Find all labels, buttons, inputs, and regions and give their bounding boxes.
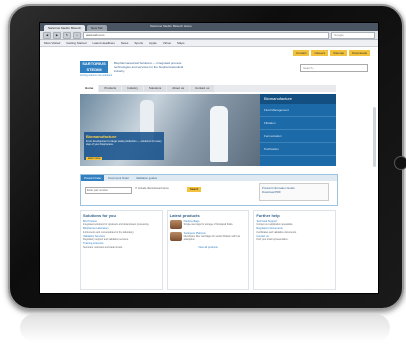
finder-tabs: Product finder Document finder Validatio… xyxy=(81,175,337,181)
util-link-downloads[interactable]: Downloads xyxy=(349,50,370,56)
ipad-screen: Sartorius Stedim Biotech New Tab Sartori… xyxy=(39,22,379,294)
solutions-column: Solutions for you Bio Process Integrated… xyxy=(80,210,163,290)
product-text: Membrane filter cartridges for sterile f… xyxy=(183,235,241,242)
bookmark-item[interactable]: Yahoo xyxy=(163,40,171,46)
nav-home[interactable]: Home xyxy=(80,85,99,92)
solution-text: Integrated solutions for upstream and do… xyxy=(83,223,150,227)
content-columns: Solutions for you Bio Process Integrated… xyxy=(80,210,337,290)
site-search-input[interactable]: Search... xyxy=(300,64,368,72)
main-navigation: Home Products Industry Solutions About u… xyxy=(80,85,336,92)
tab-validation-guides[interactable]: Validation guides xyxy=(133,175,160,181)
utility-links: Contact Careers Sitemap Downloads xyxy=(293,50,370,56)
banner-caption: Biomanufacture From development to large… xyxy=(84,132,164,160)
banner-menu-item[interactable]: Purification xyxy=(260,143,336,156)
header-intro-text: Biopharmaceutical Solutions — Integrated… xyxy=(114,61,184,73)
home-icon[interactable]: ⌂ xyxy=(73,31,81,39)
browser-search-input[interactable]: Google xyxy=(331,31,375,39)
site-tagline: turning science into solutions xyxy=(80,74,113,77)
solution-text: Instruments and consumables for the labo… xyxy=(83,230,135,234)
product-text: Single-use bags for storage of biologica… xyxy=(183,223,234,227)
column-title: Solutions for you xyxy=(83,213,116,218)
browser-tab-new[interactable]: New Tab xyxy=(87,25,107,31)
nav-industry[interactable]: Industry xyxy=(122,85,143,92)
scientist-figure xyxy=(210,106,228,162)
browser-tab-active[interactable]: Sartorius Stedim Biotech xyxy=(44,25,86,31)
tab-product-finder[interactable]: Product finder xyxy=(81,175,105,181)
banner-menu-item[interactable]: Fluid Management xyxy=(260,104,336,117)
latest-products-column: Latest products Flexboy Bags Single-use … xyxy=(166,210,250,290)
forward-icon[interactable]: ▶ xyxy=(53,31,61,39)
pdf-download-box[interactable]: Product Information Guide Download PDF xyxy=(259,183,329,201)
banner-more-button[interactable]: learn more xyxy=(86,157,103,160)
browser-toolbar: ◀ ▶ ↻ ⌂ www.ssb.com Google xyxy=(40,31,378,40)
view-all-products-link[interactable]: View all products xyxy=(170,246,247,249)
banner-side-menu: Biomanufacture Fluid Management Filtrati… xyxy=(260,94,336,166)
bookmarks-bar: Most Visited Getting Started Latest Head… xyxy=(40,40,378,47)
bookmark-item[interactable]: Apple xyxy=(149,40,157,46)
util-link-contact[interactable]: Contact xyxy=(293,50,310,56)
column-title: Latest products xyxy=(169,213,200,218)
bookmark-item[interactable]: Latest Headlines xyxy=(92,40,114,46)
browser-tab-bar: Sartorius Stedim Biotech New Tab Sartori… xyxy=(40,23,378,31)
solution-text: Seminars, webinars and trade shows. xyxy=(83,245,123,249)
util-link-careers[interactable]: Careers xyxy=(311,50,329,56)
product-thumbnail xyxy=(169,232,182,241)
nav-solutions[interactable]: Solutions xyxy=(143,85,167,92)
home-button[interactable] xyxy=(394,156,406,170)
help-text: Contact our application specialists. xyxy=(256,223,294,227)
product-finder: Product finder Document finder Validatio… xyxy=(80,174,338,206)
further-help-column: Further help Technical Support Contact o… xyxy=(253,210,337,290)
logo-text: SARTORIUS STEDIM xyxy=(82,61,106,72)
url-bar[interactable]: www.ssb.com xyxy=(83,31,329,39)
util-link-sitemap[interactable]: Sitemap xyxy=(330,50,348,56)
bookmark-item[interactable]: Maps xyxy=(177,40,184,46)
product-item[interactable]: Sartopore Platinum Membrane filter cartr… xyxy=(169,232,247,242)
banner-title: Biomanufacture xyxy=(86,134,117,139)
finder-search-button[interactable]: Search xyxy=(187,187,202,192)
device-reflection xyxy=(20,314,390,342)
window-title: Sartorius Stedim Biotech Home xyxy=(150,24,192,28)
help-text: Certificates and validation documents. xyxy=(256,230,297,234)
banner-menu-item[interactable]: Filtration xyxy=(260,117,336,130)
bookmark-item[interactable]: Most Visited xyxy=(44,40,60,46)
product-thumbnail xyxy=(169,220,182,229)
discontinued-checkbox[interactable]: ☐ Include discontinued items xyxy=(135,187,169,190)
reload-icon[interactable]: ↻ xyxy=(63,31,71,39)
nav-products[interactable]: Products xyxy=(99,85,122,92)
web-page: Contact Careers Sitemap Downloads SARTOR… xyxy=(40,47,378,293)
banner-menu-item[interactable]: Fermentation xyxy=(260,130,336,143)
bookmark-item[interactable]: News xyxy=(121,40,129,46)
back-icon[interactable]: ◀ xyxy=(43,31,51,39)
tab-document-finder[interactable]: Document finder xyxy=(105,175,132,181)
discontinued-label: Include discontinued items xyxy=(138,187,169,190)
column-title: Further help xyxy=(256,213,280,218)
part-number-input[interactable]: Enter part number xyxy=(85,187,132,194)
hero-banner: Biomanufacture From development to large… xyxy=(80,94,336,166)
nav-contact[interactable]: Contact us xyxy=(190,85,215,92)
bookmark-item[interactable]: Getting Started xyxy=(66,40,86,46)
solution-text: Regulatory support and validation servic… xyxy=(83,238,129,242)
banner-menu-title[interactable]: Biomanufacture xyxy=(260,94,336,104)
pdf-subtitle: Download PDF xyxy=(262,190,281,194)
nav-about[interactable]: About us xyxy=(167,85,190,92)
banner-text: From development to large scale producti… xyxy=(86,140,162,146)
help-text: Find your local representative. xyxy=(256,238,289,242)
bookmark-item[interactable]: Sports xyxy=(134,40,143,46)
site-logo[interactable]: SARTORIUS STEDIM BIOTECH xyxy=(80,61,108,78)
product-item[interactable]: Flexboy Bags Single-use bags for storage… xyxy=(169,220,247,229)
page-scrollbar[interactable] xyxy=(373,107,376,167)
